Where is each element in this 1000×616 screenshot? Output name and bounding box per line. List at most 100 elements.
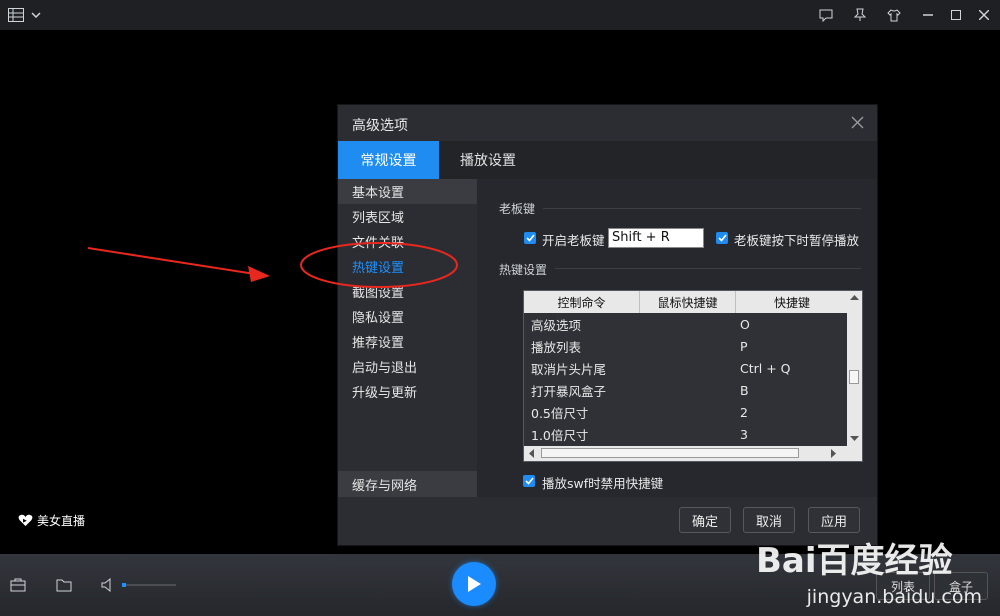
close-icon[interactable]	[974, 5, 994, 25]
volume-icon[interactable]	[98, 575, 118, 595]
live-promo-link[interactable]: ▶ 美女直播	[18, 512, 85, 529]
divider	[543, 208, 861, 209]
sidebar-item-cache-network[interactable]: 缓存与网络	[338, 471, 477, 497]
sidebar-item-label: 热键设置	[352, 261, 405, 276]
chevron-down-icon[interactable]	[26, 5, 46, 25]
sidebar-item-recommend[interactable]: 推荐设置	[338, 329, 477, 354]
boss-key-input[interactable]: Shift + R	[608, 228, 704, 248]
sidebar-item-privacy[interactable]: 隐私设置	[338, 304, 477, 329]
skin-icon[interactable]	[884, 5, 904, 25]
player-window: ▶ 美女直播 列表 盒子 高级选项 常规设置 播放设置 基本设置 列表区域 文件…	[0, 0, 1000, 616]
disable-swf-hotkeys-label: 播放swf时禁用快捷键	[542, 476, 664, 491]
column-header[interactable]: 鼠标快捷键	[640, 291, 736, 313]
cancel-label: 取消	[755, 514, 782, 530]
tab-label: 播放设置	[460, 153, 516, 169]
dialog-title: 高级选项	[352, 118, 408, 134]
annotation-arrow-head	[248, 266, 270, 282]
tab-general-settings[interactable]: 常规设置	[338, 141, 439, 179]
watermark-url: jingyan.baidu.com	[806, 586, 982, 608]
hotkey-table: 控制命令 鼠标快捷键 快捷键 高级选项 O 播放列表 P 取消片头片尾 Ctrl…	[523, 290, 863, 462]
sidebar-item-hotkeys[interactable]: 热键设置	[338, 254, 477, 279]
maximize-icon[interactable]	[946, 5, 966, 25]
scroll-right-icon[interactable]	[831, 449, 837, 458]
command-cell: 打开暴风盒子	[531, 383, 607, 399]
table-row[interactable]: 取消片头片尾 Ctrl + Q	[524, 357, 848, 379]
sidebar-item-label: 隐私设置	[352, 311, 405, 326]
column-header[interactable]: 控制命令	[524, 291, 640, 313]
pin-icon[interactable]	[850, 5, 870, 25]
apply-label: 应用	[820, 514, 847, 530]
sidebar-item-basic[interactable]: 基本设置	[338, 179, 477, 204]
divider	[555, 268, 861, 269]
svg-text:▶: ▶	[23, 518, 27, 524]
open-folder-icon[interactable]	[54, 575, 74, 595]
baidu-logo: Bai百度经验	[756, 541, 953, 581]
column-header[interactable]: 快捷键	[736, 291, 848, 313]
sidebar-item-label: 列表区域	[352, 211, 405, 226]
play-icon	[468, 576, 481, 592]
table-row[interactable]: 播放列表 P	[524, 335, 848, 357]
sidebar-item-label: 基本设置	[352, 186, 405, 201]
ok-label: 确定	[691, 514, 718, 530]
table-row[interactable]: 高级选项 O	[524, 313, 848, 335]
apply-button[interactable]: 应用	[808, 507, 860, 533]
pause-on-boss-key-checkbox[interactable]	[716, 232, 728, 244]
hotkeys-section-title: 热键设置	[499, 263, 548, 277]
play-button[interactable]	[452, 562, 496, 606]
sidebar-item-updates[interactable]: 升级与更新	[338, 379, 477, 404]
feedback-icon[interactable]	[816, 5, 836, 25]
table-header: 控制命令 鼠标快捷键 快捷键	[524, 291, 848, 313]
title-bar	[0, 0, 1000, 30]
command-cell: 高级选项	[531, 317, 582, 333]
dialog-close-icon[interactable]	[851, 114, 865, 129]
toolbox-icon[interactable]	[8, 575, 28, 595]
sidebar-item-file-assoc[interactable]: 文件关联	[338, 229, 477, 254]
annotation-arrow-shaft	[87, 247, 256, 275]
horizontal-scrollbar[interactable]	[524, 446, 862, 461]
volume-slider[interactable]	[122, 584, 176, 586]
scroll-down-icon[interactable]	[850, 436, 859, 442]
key-cell: O	[740, 316, 750, 332]
vertical-scrollbar[interactable]	[847, 291, 862, 446]
disable-swf-hotkeys-checkbox[interactable]	[523, 475, 535, 487]
key-cell: P	[740, 338, 748, 354]
sidebar-item-list-area[interactable]: 列表区域	[338, 204, 477, 229]
scroll-up-icon[interactable]	[850, 294, 859, 300]
ok-button[interactable]: 确定	[679, 507, 731, 533]
sidebar-item-label: 缓存与网络	[352, 478, 418, 494]
tab-playback-settings[interactable]: 播放设置	[439, 141, 537, 179]
key-cell: 2	[740, 404, 748, 420]
settings-sidebar: 基本设置 列表区域 文件关联 热键设置 截图设置 隐私设置 推荐设置 启动与退出…	[338, 179, 477, 545]
sidebar-item-label: 启动与退出	[352, 361, 418, 376]
dialog-tabs: 常规设置 播放设置	[338, 141, 877, 180]
key-cell: B	[740, 382, 749, 398]
sidebar-item-label: 推荐设置	[352, 336, 405, 351]
command-cell: 取消片头片尾	[531, 361, 607, 377]
advanced-options-dialog: 高级选项 常规设置 播放设置 基本设置 列表区域 文件关联 热键设置 截图设置 …	[337, 104, 878, 546]
menu-icon[interactable]	[6, 5, 26, 25]
boss-key-section-title: 老板键	[499, 202, 536, 216]
minimize-icon[interactable]	[918, 5, 938, 25]
cancel-button[interactable]: 取消	[743, 507, 795, 533]
sidebar-item-screenshot[interactable]: 截图设置	[338, 279, 477, 304]
settings-content: 老板键 开启老板键 Shift + R 老板键按下时暂停播放 热键设置 控制命令…	[477, 179, 877, 497]
sidebar-item-label: 截图设置	[352, 286, 405, 301]
promo-label: 美女直播	[37, 514, 86, 528]
scroll-left-icon[interactable]	[528, 449, 534, 458]
vertical-scroll-thumb[interactable]	[849, 370, 859, 384]
command-cell: 0.5倍尺寸	[531, 405, 589, 421]
volume-slider-fill	[122, 583, 126, 587]
table-row[interactable]: 0.5倍尺寸 2	[524, 401, 848, 423]
tab-label: 常规设置	[360, 153, 417, 169]
sidebar-item-label: 文件关联	[352, 236, 405, 251]
enable-boss-key-label: 开启老板键	[542, 233, 605, 248]
horizontal-scroll-thumb[interactable]	[541, 448, 799, 458]
key-cell: 3	[740, 426, 748, 442]
sidebar-item-startup-exit[interactable]: 启动与退出	[338, 354, 477, 379]
key-cell: Ctrl + Q	[740, 360, 791, 376]
table-row[interactable]: 打开暴风盒子 B	[524, 379, 848, 401]
watermark-brand: Bai百度经验	[756, 541, 953, 581]
table-row[interactable]: 1.0倍尺寸 3	[524, 423, 848, 445]
pause-on-boss-key-label: 老板键按下时暂停播放	[734, 233, 860, 248]
enable-boss-key-checkbox[interactable]	[524, 232, 536, 244]
